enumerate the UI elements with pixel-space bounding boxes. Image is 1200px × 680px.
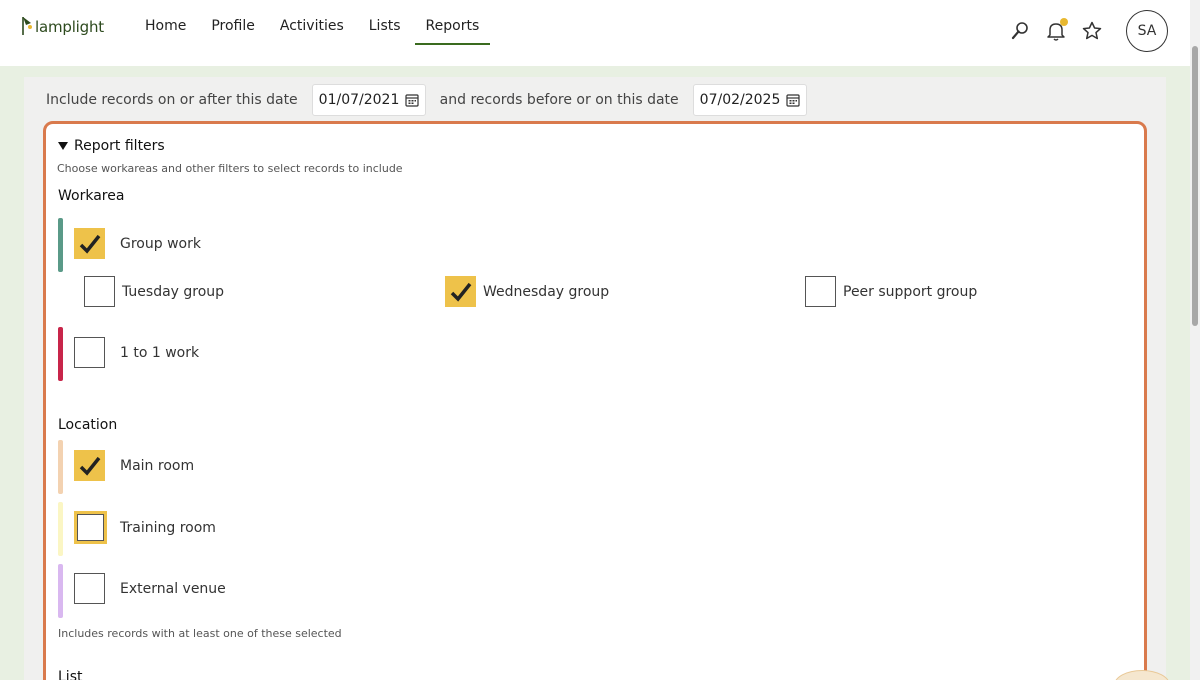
main-room-checkbox[interactable]: [74, 450, 105, 481]
group-work-color-bar: [58, 218, 63, 272]
triangle-down-icon: [58, 142, 68, 150]
wednesday-group-option[interactable]: Wednesday group: [445, 276, 609, 307]
tuesday-group-checkbox[interactable]: [84, 276, 115, 307]
from-date-label: Include records on or after this date: [46, 92, 298, 108]
location-footnote: Includes records with at least one of th…: [58, 627, 342, 640]
lamplight-logo[interactable]: lamplight: [20, 14, 104, 36]
training-room-checkbox[interactable]: [74, 511, 107, 544]
main-room-option[interactable]: Main room: [74, 450, 194, 481]
nav-lists[interactable]: Lists: [358, 0, 412, 45]
date-range-row: Include records on or after this date 01…: [46, 84, 821, 116]
main-nav: Home Profile Activities Lists Reports: [134, 0, 493, 48]
page-scrollbar[interactable]: [1190, 0, 1200, 680]
to-date-value: 07/02/2025: [699, 92, 781, 108]
group-work-label: Group work: [120, 235, 201, 252]
location-title: Location: [58, 417, 118, 433]
from-date-input[interactable]: 01/07/2021: [311, 84, 426, 116]
report-filters-toggle[interactable]: Report filters: [58, 138, 165, 154]
scrollbar-thumb[interactable]: [1192, 46, 1198, 326]
checkmark-icon: [79, 234, 100, 254]
training-room-option[interactable]: Training room: [74, 511, 216, 544]
group-work-checkbox[interactable]: [74, 228, 105, 259]
external-venue-label: External venue: [120, 580, 226, 597]
list-title: List: [58, 669, 83, 680]
header-actions: SA: [1002, 10, 1168, 52]
nav-home[interactable]: Home: [134, 0, 197, 45]
star-icon[interactable]: [1074, 13, 1110, 49]
checkmark-icon: [79, 456, 100, 476]
peer-support-group-option[interactable]: Peer support group: [805, 276, 977, 307]
training-room-color-bar: [58, 502, 63, 556]
workarea-title: Workarea: [58, 188, 125, 204]
to-date-input[interactable]: 07/02/2025: [692, 84, 807, 116]
lamp-icon: [20, 14, 34, 36]
main-room-label: Main room: [120, 457, 195, 474]
tuesday-group-option[interactable]: Tuesday group: [84, 276, 224, 307]
training-room-label: Training room: [120, 519, 216, 536]
checkmark-icon: [450, 282, 471, 302]
one-to-one-work-label: 1 to 1 work: [120, 344, 200, 361]
to-date-label: and records before or on this date: [439, 92, 679, 108]
calendar-icon[interactable]: [786, 93, 800, 107]
user-avatar[interactable]: SA: [1126, 10, 1168, 52]
external-venue-option[interactable]: External venue: [74, 573, 226, 604]
notification-dot: [1060, 18, 1068, 26]
external-venue-color-bar: [58, 564, 63, 618]
wednesday-group-label: Wednesday group: [483, 283, 610, 300]
external-venue-checkbox[interactable]: [74, 573, 105, 604]
nav-activities[interactable]: Activities: [269, 0, 355, 45]
tuesday-group-label: Tuesday group: [122, 283, 225, 300]
search-icon[interactable]: [1002, 13, 1038, 49]
one-to-one-color-bar: [58, 327, 63, 381]
report-filters-box: Report filters Choose workareas and othe…: [43, 121, 1147, 680]
peer-support-group-checkbox[interactable]: [805, 276, 836, 307]
one-to-one-work-option[interactable]: 1 to 1 work: [74, 337, 199, 368]
from-date-value: 01/07/2021: [318, 92, 400, 108]
nav-reports[interactable]: Reports: [414, 0, 491, 45]
nav-profile[interactable]: Profile: [200, 0, 266, 45]
report-filters-label: Report filters: [74, 138, 165, 154]
group-work-option[interactable]: Group work: [74, 228, 201, 259]
top-navigation-bar: lamplight Home Profile Activities Lists …: [0, 0, 1190, 66]
wednesday-group-checkbox[interactable]: [445, 276, 476, 307]
brand-name: lamplight: [35, 18, 104, 36]
bell-icon[interactable]: [1038, 13, 1074, 49]
peer-support-group-label: Peer support group: [843, 283, 978, 300]
main-room-color-bar: [58, 440, 63, 494]
calendar-icon[interactable]: [405, 93, 419, 107]
filters-hint: Choose workareas and other filters to se…: [57, 162, 403, 175]
one-to-one-work-checkbox[interactable]: [74, 337, 105, 368]
